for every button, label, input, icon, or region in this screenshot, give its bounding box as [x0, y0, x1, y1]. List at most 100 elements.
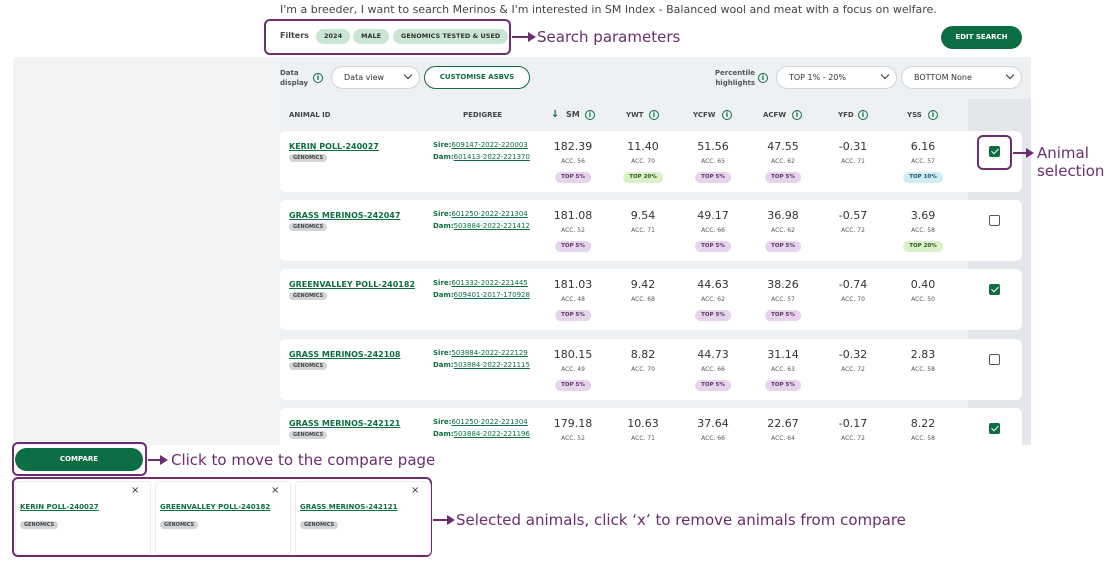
pedigree-dam: Dam:503884-2022-221115 [433, 359, 530, 371]
animal-id-link[interactable]: KERIN POLL-240027 [289, 142, 379, 151]
genomics-badge: GENOMICS [300, 521, 339, 529]
animal-id-link[interactable]: GRASS MERINOS-242108 [289, 350, 400, 359]
dam-link[interactable]: 503884-2022-221115 [454, 361, 530, 369]
sire-link[interactable]: 609147-2022-220003 [451, 141, 527, 149]
animal-select-checkbox[interactable] [989, 215, 1000, 226]
column-header-ycfw[interactable]: YCFW [693, 111, 715, 119]
search-parameters-arrowhead [528, 32, 536, 42]
column-header-pedigree[interactable]: PEDIGREE [463, 111, 502, 119]
sm-percentile-badge: TOP 5% [555, 380, 591, 391]
ycfw-accuracy: ACC. 66 [701, 366, 725, 373]
dam-link[interactable]: 609401-2017-170928 [454, 291, 530, 299]
chevron-down-icon [403, 70, 413, 80]
sm-value: 182.39 [553, 140, 593, 153]
dam-link[interactable]: 503884-2022-221196 [454, 430, 530, 438]
ywt-value: 11.40 [627, 140, 659, 153]
sort-desc-icon[interactable]: ↓ [551, 109, 559, 120]
pedigree-sire: Sire:503884-2022-222129 [433, 347, 528, 359]
animal-id-link[interactable]: GREENVALLEY POLL-240182 [289, 280, 415, 289]
compare-animal-link[interactable]: GRASS MERINOS-242121 [300, 503, 397, 511]
ycfw-percentile-badge: TOP 5% [695, 172, 731, 183]
yss-value: 8.22 [910, 417, 936, 430]
bottom-percentile-select[interactable]: BOTTOM None [901, 66, 1022, 89]
sire-link[interactable]: 601250-2022-221304 [451, 418, 527, 426]
compare-animal-link[interactable]: KERIN POLL-240027 [20, 503, 99, 511]
animal-id-link[interactable]: GRASS MERINOS-242121 [289, 419, 400, 428]
filter-chip-year[interactable]: 2024 [316, 29, 351, 44]
percentile-info-icon[interactable]: i [758, 73, 768, 83]
filter-chip-genomics[interactable]: GENOMICS TESTED & USED [393, 29, 509, 44]
search-parameters-callout: Search parameters [537, 28, 681, 46]
close-icon[interactable]: × [271, 486, 279, 496]
yss-info-icon[interactable]: i [928, 110, 938, 120]
ywt-accuracy: ACC. 68 [631, 296, 655, 303]
yfd-value: -0.31 [838, 140, 868, 153]
close-icon[interactable]: × [131, 486, 139, 496]
yfd-accuracy: ACC. 72 [841, 366, 865, 373]
sm-accuracy: ACC. 52 [561, 227, 585, 234]
dam-link[interactable]: 503884-2022-221412 [454, 222, 530, 230]
top-percentile-select[interactable]: TOP 1% - 20% [776, 66, 897, 89]
chevron-down-icon [880, 70, 890, 80]
pedigree-sire: Sire:609147-2022-220003 [433, 139, 528, 151]
dam-label: Dam: [433, 361, 454, 369]
sm-info-icon[interactable]: i [585, 110, 595, 120]
ycfw-accuracy: ACC. 66 [701, 435, 725, 442]
compare-animal-link[interactable]: GREENVALLEY POLL-240182 [160, 503, 270, 511]
data-view-select[interactable]: Data view [331, 66, 420, 89]
column-header-yss[interactable]: YSS [907, 111, 922, 119]
yss-percentile-badge: TOP 10% [903, 172, 943, 183]
sm-accuracy: ACC. 56 [561, 158, 585, 165]
acfw-value: 31.14 [767, 348, 799, 361]
sire-link[interactable]: 503884-2022-222129 [451, 349, 527, 357]
yfd-accuracy: ACC. 72 [841, 435, 865, 442]
sire-link[interactable]: 601332-2022-221445 [451, 279, 527, 287]
sire-link[interactable]: 601250-2022-221304 [451, 210, 527, 218]
search-question: I'm a breeder, I want to search Merinos … [280, 3, 937, 16]
dam-link[interactable]: 601413-2022-221370 [454, 153, 530, 161]
close-icon[interactable]: × [411, 486, 419, 496]
dam-label: Dam: [433, 153, 454, 161]
pedigree-dam: Dam:503884-2022-221412 [433, 220, 530, 232]
pedigree-dam: Dam:503884-2022-221196 [433, 428, 530, 440]
column-header-ywt[interactable]: YWT [626, 111, 644, 119]
data-display-info-icon[interactable]: i [313, 73, 323, 83]
yfd-info-icon[interactable]: i [858, 110, 868, 120]
edit-search-button[interactable]: EDIT SEARCH [941, 26, 1022, 49]
selected-animals-callout: Selected animals, click ‘x’ to remove an… [456, 511, 906, 529]
sire-label: Sire: [433, 349, 452, 357]
acfw-percentile-badge: TOP 5% [765, 310, 801, 321]
column-header-sm[interactable]: SM [566, 110, 580, 119]
pedigree-dam: Dam:609401-2017-170928 [433, 289, 530, 301]
genomics-badge: GENOMICS [289, 223, 328, 231]
compare-button[interactable]: COMPARE [15, 448, 143, 471]
acfw-info-icon[interactable]: i [792, 110, 802, 120]
genomics-badge: GENOMICS [289, 362, 328, 370]
customise-asbvs-button[interactable]: CUSTOMISE ASBVS [424, 66, 530, 89]
dam-label: Dam: [433, 291, 454, 299]
ywt-value: 9.54 [630, 209, 656, 222]
genomics-badge: GENOMICS [289, 431, 328, 439]
ywt-accuracy: ACC. 70 [631, 366, 655, 373]
animal-select-checkbox[interactable] [989, 284, 1000, 295]
yfd-accuracy: ACC. 70 [841, 296, 865, 303]
filter-chip-sex[interactable]: MALE [353, 29, 390, 44]
yfd-value: -0.17 [838, 417, 868, 430]
ywt-accuracy: ACC. 71 [631, 227, 655, 234]
ywt-info-icon[interactable]: i [649, 110, 659, 120]
ycfw-percentile-badge: TOP 5% [695, 241, 731, 252]
ycfw-accuracy: ACC. 66 [701, 227, 725, 234]
column-header-animal-id[interactable]: ANIMAL ID [289, 111, 331, 119]
acfw-accuracy: ACC. 62 [771, 158, 795, 165]
yss-percentile-badge: TOP 20% [903, 241, 943, 252]
animal-id-link[interactable]: GRASS MERINOS-242047 [289, 211, 400, 220]
genomics-badge: GENOMICS [160, 521, 199, 529]
sm-value: 179.18 [553, 417, 593, 430]
acfw-value: 38.26 [767, 278, 799, 291]
column-header-yfd[interactable]: YFD [838, 111, 854, 119]
animal-select-checkbox[interactable] [989, 354, 1000, 365]
animal-select-checkbox[interactable] [989, 423, 1000, 434]
ycfw-value: 49.17 [697, 209, 729, 222]
ycfw-info-icon[interactable]: i [722, 110, 732, 120]
column-header-acfw[interactable]: ACFW [763, 111, 786, 119]
